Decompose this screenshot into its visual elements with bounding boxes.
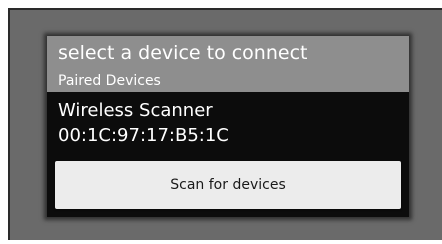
device-address: 00:1C:97:17:B5:1C: [58, 125, 229, 146]
paired-devices-label: Paired Devices: [58, 73, 161, 89]
dialog-title: select a device to connect: [58, 42, 308, 64]
paired-device-item[interactable]: Wireless Scanner 00:1C:97:17:B5:1C: [47, 96, 409, 154]
scan-for-devices-button[interactable]: Scan for devices: [55, 161, 401, 209]
device-name: Wireless Scanner: [58, 100, 213, 121]
device-picker-dialog: select a device to connect Paired Device…: [47, 36, 409, 217]
paired-devices-header: Paired Devices: [47, 72, 409, 92]
screen: select a device to connect Paired Device…: [0, 0, 442, 244]
